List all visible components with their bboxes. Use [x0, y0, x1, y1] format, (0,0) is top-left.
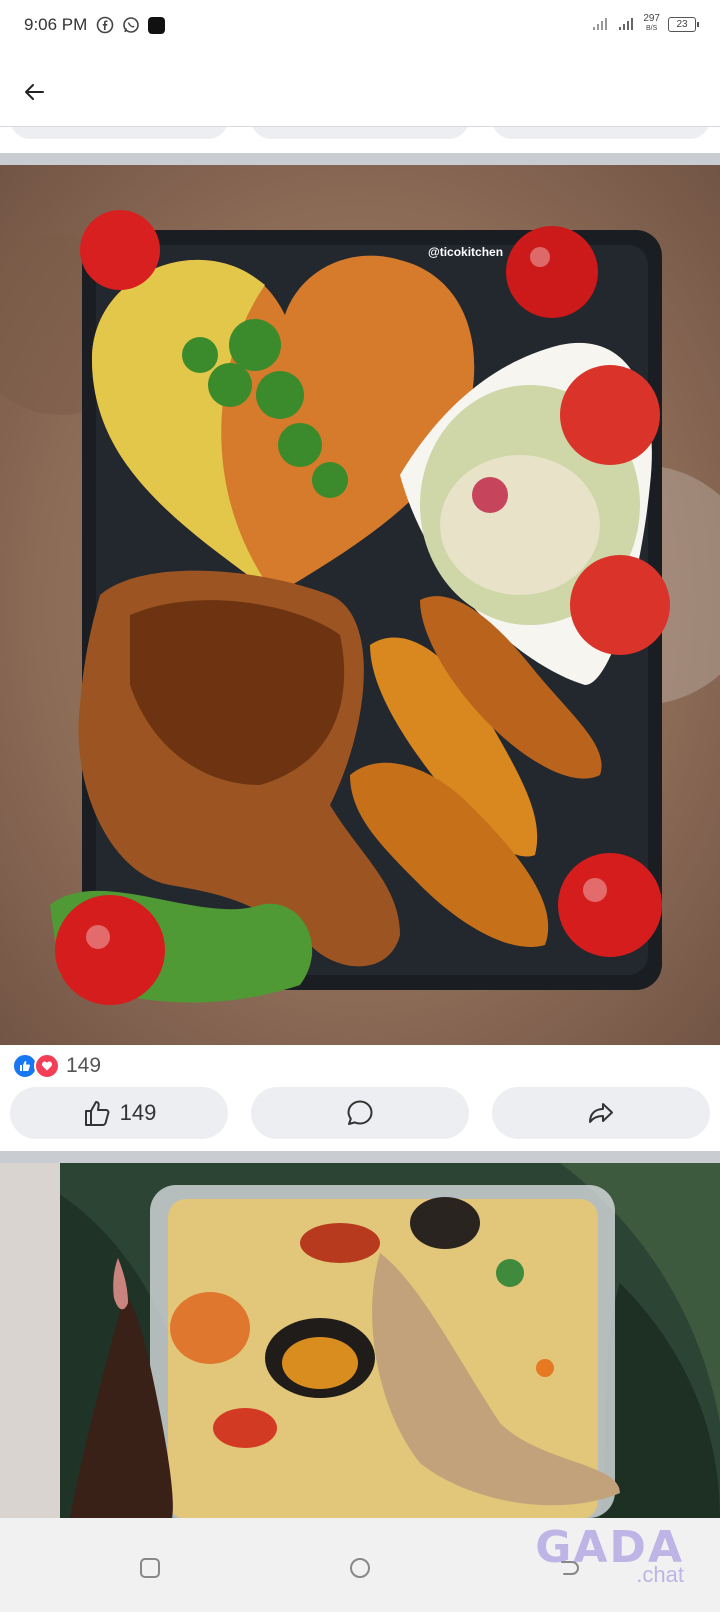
notification-icons [96, 16, 165, 34]
status-right: 297 B/S 23 [591, 14, 699, 34]
food-photo-illustration [0, 165, 720, 1045]
comment-button[interactable] [251, 1087, 469, 1139]
post-divider [0, 1151, 720, 1163]
love-icon [34, 1053, 60, 1079]
post-photo-jollof-rice[interactable]: @ticokitchen [0, 165, 720, 1045]
prev-like-button[interactable] [10, 127, 228, 139]
recents-icon [140, 1558, 160, 1578]
back-arrow-icon [25, 84, 44, 100]
network-speed-value: 297 [643, 13, 660, 24]
photo-watermark: @ticokitchen [428, 245, 504, 259]
prev-comment-button[interactable] [251, 127, 469, 139]
status-bar: 9:06 PM 297 B/S 23 [0, 0, 720, 52]
app-header [0, 52, 720, 127]
share-icon [589, 1103, 613, 1123]
post-footer: 149 149 [0, 1045, 720, 1151]
battery-level: 23 [676, 18, 688, 30]
battery-icon: 23 [668, 16, 699, 32]
gada-watermark-suffix: .chat [636, 1562, 684, 1587]
reaction-summary[interactable]: 149 [12, 1053, 101, 1079]
food-photo-illustration [0, 1163, 720, 1518]
network-speed: 297 B/S [643, 14, 660, 34]
signal-icon [593, 18, 608, 30]
app-icon [148, 16, 165, 34]
share-button[interactable] [492, 1087, 710, 1139]
post-divider [0, 153, 720, 165]
facebook-icon [96, 16, 114, 34]
like-count: 149 [119, 1100, 157, 1125]
home-icon [350, 1558, 370, 1578]
post-photo-seafood-rice[interactable] [0, 1163, 720, 1518]
network-speed-unit: B/S [646, 25, 658, 32]
home-button[interactable] [338, 1546, 382, 1590]
comment-icon [347, 1100, 373, 1125]
thumbs-up-icon [84, 1101, 110, 1126]
reaction-count: 149 [66, 1054, 102, 1077]
previous-post-actions [0, 127, 720, 153]
status-time: 9:06 PM [24, 15, 88, 34]
recents-button[interactable] [128, 1546, 172, 1590]
signal-icon [619, 18, 634, 30]
like-button[interactable]: 149 [10, 1087, 228, 1139]
back-button[interactable] [14, 72, 54, 112]
prev-share-button[interactable] [492, 127, 710, 139]
whatsapp-icon [123, 17, 139, 33]
